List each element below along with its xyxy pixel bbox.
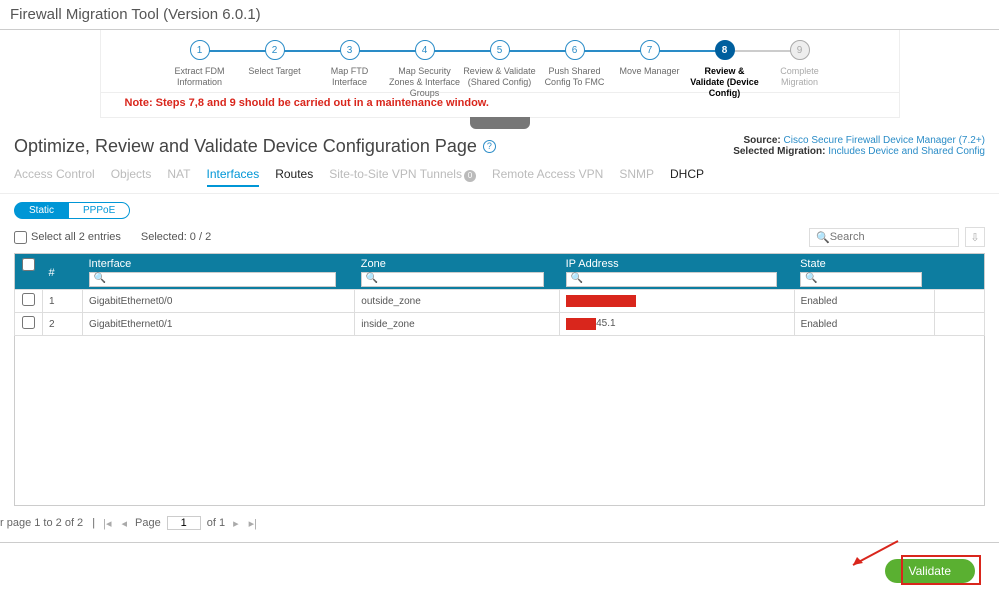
interfaces-table: # Interface🔍 Zone🔍 IP Address🔍 State🔍 1G…	[14, 253, 985, 336]
step-6[interactable]: 6Push Shared Config To FMC	[537, 40, 612, 88]
source-link[interactable]: Cisco Secure Firewall Device Manager (7.…	[784, 135, 985, 146]
col-num: #	[43, 254, 83, 290]
app-title: Firewall Migration Tool (Version 6.0.1)	[0, 0, 999, 30]
row-checkbox[interactable]	[22, 293, 35, 306]
row-checkbox[interactable]	[22, 316, 35, 329]
pager-page-input[interactable]	[167, 516, 201, 530]
wizard-stepper: 1Extract FDM Information2Select Target3M…	[100, 30, 900, 93]
step-7[interactable]: 7Move Manager	[612, 40, 687, 88]
pager-first[interactable]: |◂	[101, 517, 113, 530]
info-icon[interactable]: ?	[483, 140, 496, 153]
filter-state[interactable]: 🔍	[800, 272, 922, 287]
header-checkbox[interactable]	[22, 258, 35, 271]
col-select	[15, 254, 43, 290]
tab-remote-access-vpn: Remote Access VPN	[492, 167, 603, 187]
filter-zone[interactable]: 🔍	[361, 272, 544, 287]
meta-info: Source: Cisco Secure Firewall Device Man…	[733, 135, 985, 157]
select-all-label: Select all 2 entries	[31, 231, 121, 243]
pager-prev[interactable]: ◂	[119, 517, 129, 530]
selected-count: Selected: 0 / 2	[141, 231, 211, 243]
table-row[interactable]: 1GigabitEthernet0/0outside_zone.Enabled	[15, 290, 985, 313]
grid-empty-area	[14, 336, 985, 506]
select-all-checkbox[interactable]	[14, 231, 27, 244]
maintenance-note: Note: Steps 7,8 and 9 should be carried …	[100, 93, 900, 118]
col-state: State🔍	[794, 254, 934, 290]
filter-ip[interactable]: 🔍	[566, 272, 777, 287]
search-box[interactable]: 🔍	[809, 228, 959, 247]
tab-dhcp[interactable]: DHCP	[670, 167, 704, 187]
tab-nat: NAT	[167, 167, 190, 187]
step-2[interactable]: 2Select Target	[237, 40, 312, 88]
table-row[interactable]: 2GigabitEthernet0/1inside_zone.45.1Enabl…	[15, 313, 985, 336]
pager: r page 1 to 2 of 2 | |◂ ◂ Page of 1 ▸ ▸|	[0, 512, 999, 543]
migration-link[interactable]: Includes Device and Shared Config	[828, 146, 985, 157]
step-9[interactable]: 9Complete Migration	[762, 40, 837, 88]
search-input[interactable]	[830, 231, 952, 243]
tab-access-control: Access Control	[14, 167, 95, 187]
step-1[interactable]: 1Extract FDM Information	[162, 40, 237, 88]
tab-snmp: SNMP	[619, 167, 654, 187]
tab-site-to-site-vpn-tunnels: Site-to-Site VPN Tunnels0	[329, 167, 476, 187]
col-zone: Zone🔍	[355, 254, 560, 290]
filter-interface[interactable]: 🔍	[89, 272, 336, 287]
tab-objects: Objects	[111, 167, 152, 187]
pager-next[interactable]: ▸	[231, 517, 241, 530]
tab-interfaces[interactable]: Interfaces	[207, 167, 260, 187]
sub-tabs: StaticPPPoE	[0, 194, 999, 223]
collapse-handle[interactable]	[470, 117, 530, 129]
col-ip: IP Address🔍	[560, 254, 794, 290]
subtab-static[interactable]: Static	[14, 202, 69, 219]
subtab-pppoe[interactable]: PPPoE	[69, 202, 130, 219]
validate-button[interactable]: Validate	[885, 559, 975, 583]
page-title: Optimize, Review and Validate Device Con…	[14, 136, 477, 157]
tab-routes[interactable]: Routes	[275, 167, 313, 187]
step-4[interactable]: 4Map Security Zones & Interface Groups	[387, 40, 462, 88]
step-3[interactable]: 3Map FTD Interface	[312, 40, 387, 88]
main-tabs: Access Control Objects NAT Interfaces Routes…	[0, 161, 999, 194]
step-5[interactable]: 5Review & Validate (Shared Config)	[462, 40, 537, 88]
col-interface: Interface🔍	[83, 254, 355, 290]
step-8[interactable]: 8Review & Validate (Device Config)	[687, 40, 762, 88]
download-button[interactable]: ⇩	[965, 227, 985, 247]
search-icon: 🔍	[816, 231, 830, 244]
pager-last[interactable]: ▸|	[247, 517, 259, 530]
